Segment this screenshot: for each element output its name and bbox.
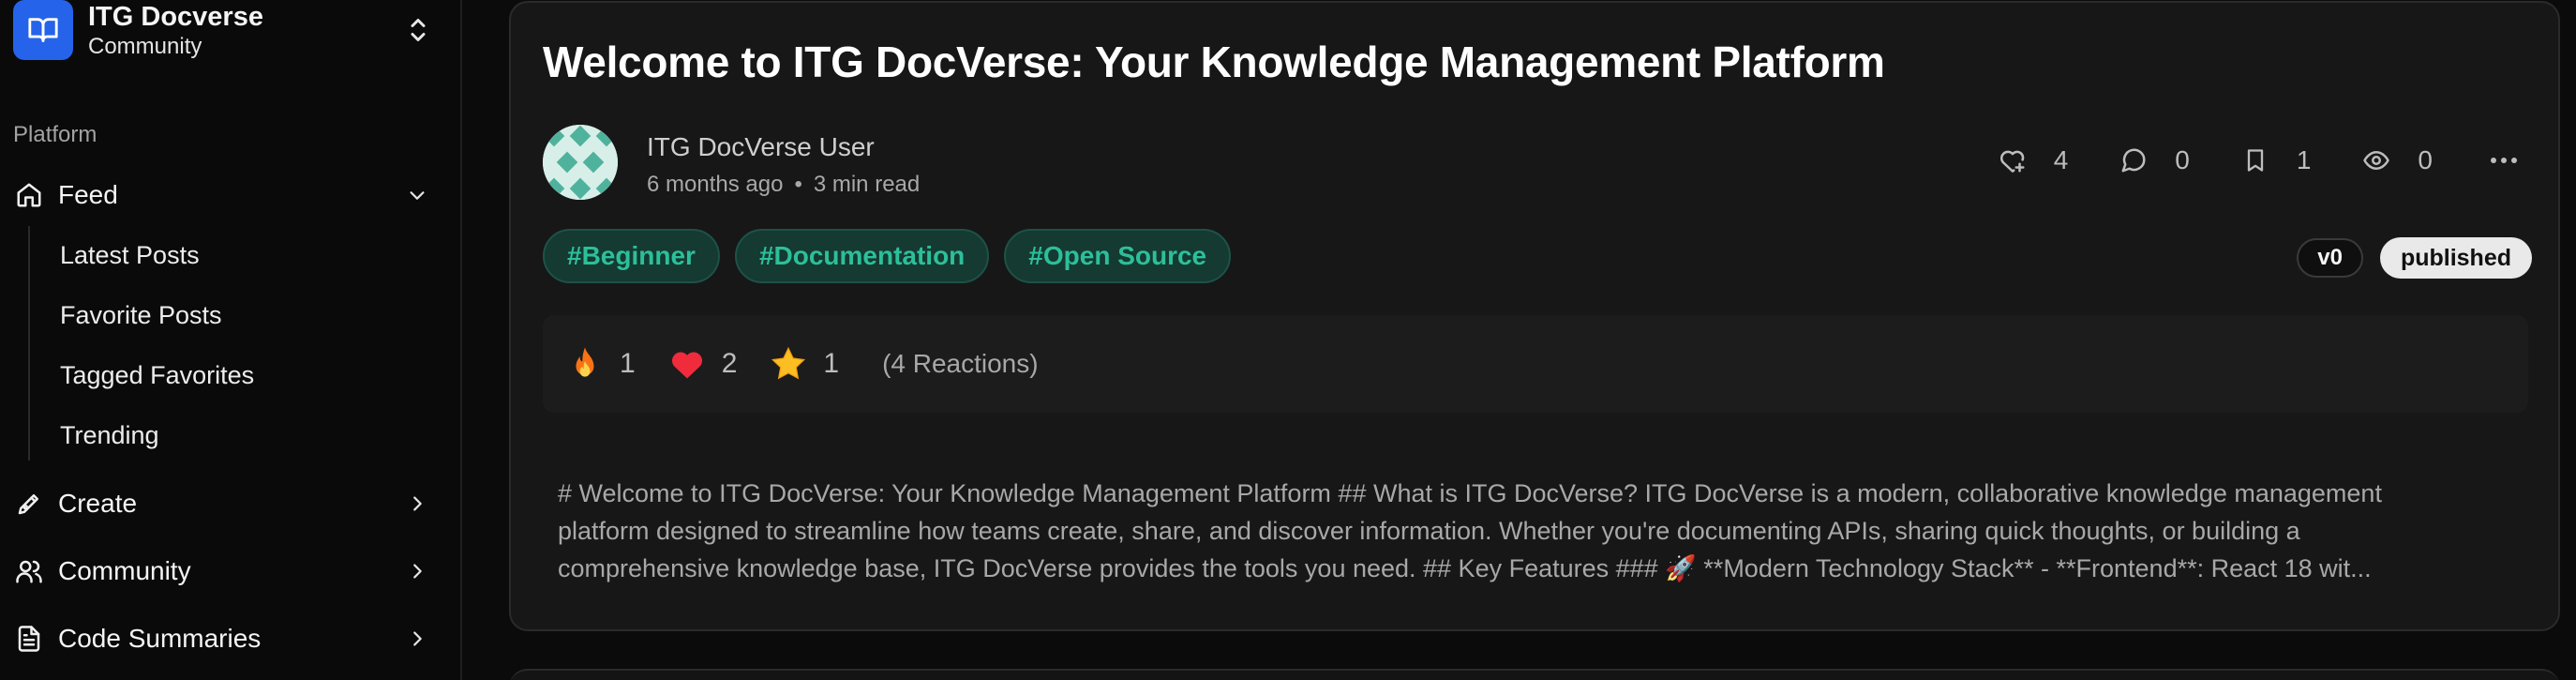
tag-chip[interactable]: #Documentation	[734, 229, 990, 283]
star-icon	[771, 346, 806, 382]
post-stats: 4 0 1 0	[1947, 144, 2521, 177]
heart-plus-icon	[1996, 144, 2029, 177]
comment-count: 0	[2175, 145, 2190, 174]
read-time: 3 min read	[813, 172, 921, 197]
sidebar-item-create[interactable]: Create	[13, 476, 444, 531]
bookmark-count: 1	[2296, 145, 2312, 174]
sidebar-item-label: Community	[58, 556, 191, 585]
reaction-star[interactable]: 1	[771, 346, 839, 382]
sidebar-subitem-trending[interactable]: Trending	[60, 421, 159, 450]
users-icon	[13, 555, 45, 587]
reaction-count: 1	[823, 348, 840, 379]
post-title[interactable]: Welcome to ITG DocVerse: Your Knowledge …	[543, 37, 1885, 87]
separator-dot: •	[794, 172, 802, 197]
like-button[interactable]: 4	[1996, 144, 2069, 177]
view-count: 0	[2418, 145, 2433, 174]
workspace-name: ITG Docverse	[88, 2, 263, 32]
chevron-right-icon[interactable]	[401, 488, 433, 520]
sidebar-subitem-latest-posts[interactable]: Latest Posts	[60, 241, 200, 270]
pen-icon	[13, 488, 45, 520]
sidebar-item-feed[interactable]: Feed	[13, 168, 444, 222]
tag-list: #Beginner #Documentation #Open Source	[543, 229, 1246, 283]
sidebar-item-label: Feed	[58, 180, 118, 209]
reactions-bar: 1 2 1 (4 Reactions)	[543, 315, 2528, 413]
views-stat: 0	[2359, 144, 2433, 177]
next-post-card-edge	[509, 669, 2560, 680]
comment-button[interactable]: 0	[2117, 144, 2190, 177]
sidebar-item-community[interactable]: Community	[13, 544, 444, 598]
sidebar-subitem-favorite-posts[interactable]: Favorite Posts	[60, 301, 222, 330]
home-icon	[13, 179, 45, 211]
tag-chip[interactable]: #Open Source	[1004, 229, 1232, 283]
chevron-right-icon[interactable]	[401, 623, 433, 655]
post-badges: v0 published	[2297, 237, 2532, 279]
heart-icon	[669, 346, 705, 382]
reaction-fire[interactable]: 1	[567, 346, 636, 382]
version-badge: v0	[2297, 238, 2363, 278]
post-excerpt[interactable]: # Welcome to ITG DocVerse: Your Knowledg…	[558, 475, 2526, 587]
more-options-icon[interactable]	[2487, 144, 2521, 177]
excerpt-line: # Welcome to ITG DocVerse: Your Knowledg…	[558, 479, 2382, 507]
post-meta: 6 months ago • 3 min read	[647, 172, 920, 198]
sidebar-item-label: Create	[58, 489, 138, 518]
post-card[interactable]: Welcome to ITG DocVerse: Your Knowledge …	[509, 1, 2560, 631]
excerpt-line: platform designed to streamline how team…	[558, 517, 2300, 545]
workspace-switcher[interactable]: ITG Docverse Community	[13, 0, 444, 64]
tag-chip[interactable]: #Beginner	[543, 229, 720, 283]
comment-icon	[2117, 144, 2150, 177]
sidebar: ITG Docverse Community Platform Feed Lat…	[0, 0, 462, 680]
reaction-heart[interactable]: 2	[669, 346, 738, 382]
feed-subnav: Latest Posts Favorite Posts Tagged Favor…	[28, 226, 431, 461]
sidebar-item-label: Code Summaries	[58, 624, 262, 653]
chevron-right-icon[interactable]	[401, 555, 433, 587]
status-badge: published	[2379, 237, 2532, 279]
reaction-count: 2	[721, 348, 738, 379]
sidebar-item-code-summaries[interactable]: Code Summaries	[13, 612, 444, 666]
bookmark-icon	[2239, 144, 2272, 177]
author-name[interactable]: ITG DocVerse User	[647, 132, 875, 162]
post-time: 6 months ago	[647, 172, 784, 197]
eye-icon	[2359, 144, 2393, 177]
file-text-icon	[13, 623, 45, 655]
bookmark-button[interactable]: 1	[2239, 144, 2312, 177]
reactions-total: (4 Reactions)	[882, 349, 1039, 378]
excerpt-line: comprehensive knowledge base, ITG DocVer…	[558, 554, 2372, 582]
book-open-icon	[13, 0, 73, 60]
fire-icon	[567, 346, 603, 382]
workspace-subtitle: Community	[88, 34, 202, 59]
sidebar-subitem-tagged-favorites[interactable]: Tagged Favorites	[60, 361, 254, 390]
chevrons-up-down-icon[interactable]	[402, 13, 434, 47]
reaction-count: 1	[620, 348, 636, 379]
sidebar-group-label: Platform	[13, 122, 97, 147]
chevron-down-icon[interactable]	[401, 179, 433, 211]
like-count: 4	[2053, 145, 2069, 174]
avatar[interactable]	[543, 125, 618, 200]
